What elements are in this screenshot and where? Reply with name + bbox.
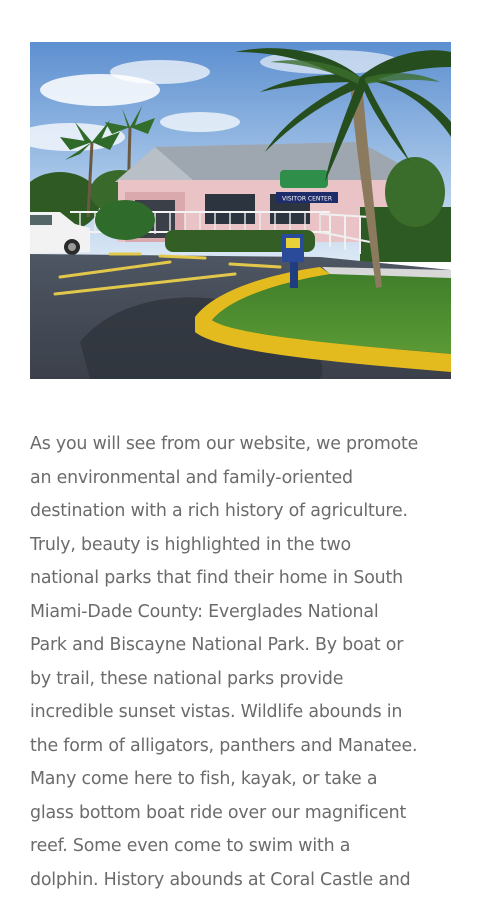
paragraph-line: reef. Some even come to swim with a bbox=[30, 836, 351, 856]
paragraph-line: Truly, beauty is highlighted in the two bbox=[30, 534, 351, 555]
page: VISITOR CENTER As you will see from our … bbox=[0, 0, 480, 900]
paragraph-line: Park and Biscayne National Park. By boat… bbox=[30, 635, 404, 655]
paragraph-line: destination with a rich history of agric… bbox=[30, 501, 408, 521]
paragraph-line: incredible sunset vistas. Wildlife aboun… bbox=[30, 702, 403, 722]
paragraph-line: an environmental and family-oriented bbox=[30, 467, 353, 488]
paragraph-line: As you will see from our website, we pro… bbox=[30, 434, 419, 454]
paragraph-line: by trail, these national parks provide bbox=[30, 668, 344, 689]
paragraph-line: Many come here to fish, kayak, or take a bbox=[30, 769, 378, 789]
paragraph-line: dolphin. History abounds at Coral Castle… bbox=[30, 869, 411, 890]
paragraph-line: the form of alligators, panthers and Man… bbox=[30, 735, 418, 756]
visitor-center-photo: VISITOR CENTER bbox=[30, 42, 451, 379]
paragraph-line: glass bottom boat ride over our magnific… bbox=[30, 802, 407, 823]
paragraph-line: Miami-Dade County: Everglades National bbox=[30, 601, 379, 622]
sign-text: VISITOR CENTER bbox=[282, 196, 332, 203]
paragraph-line: national parks that find their home in S… bbox=[30, 568, 403, 588]
article-paragraph: As you will see from our website, we pro… bbox=[30, 428, 458, 897]
